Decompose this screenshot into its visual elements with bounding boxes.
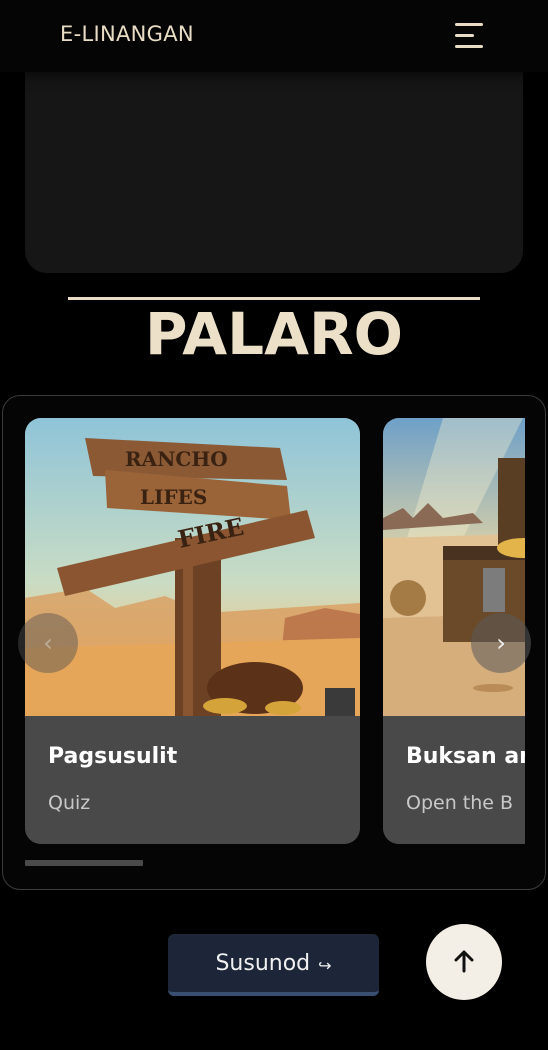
card-body: Pagsusulit Quiz (25, 716, 360, 844)
scroll-to-top-button[interactable] (426, 924, 502, 1000)
hamburger-icon-line (455, 34, 474, 37)
brand-logo-text[interactable]: E-LINANGAN (60, 22, 194, 46)
carousel-scrollbar[interactable] (25, 860, 143, 866)
hamburger-icon-line (455, 45, 483, 48)
card-title: Buksan ang (406, 744, 525, 769)
card-image-signpost: RANCHO LIFES FIRE (25, 418, 360, 716)
hero-panel (25, 60, 523, 273)
carousel-next-button[interactable]: › (471, 613, 531, 673)
carousel-track: RANCHO LIFES FIRE Pagsusulit Quiz Buksan… (25, 418, 525, 846)
redirect-arrow-icon: ↪ (318, 955, 332, 975)
top-navbar: E-LINANGAN (0, 0, 548, 72)
card-title: Pagsusulit (48, 744, 178, 769)
next-button-label: Susunod (215, 950, 311, 976)
card-subtitle: Open the B (406, 792, 514, 814)
svg-text:RANCHO: RANCHO (125, 447, 228, 471)
svg-text:LIFES: LIFES (140, 485, 207, 509)
card-subtitle: Quiz (48, 792, 91, 814)
chevron-left-icon: ‹ (43, 629, 53, 657)
games-carousel: RANCHO LIFES FIRE Pagsusulit Quiz Buksan… (2, 395, 546, 890)
next-button[interactable]: Susunod ↪ (168, 934, 379, 996)
hamburger-icon (455, 23, 483, 26)
hamburger-menu-button[interactable] (452, 20, 486, 52)
chevron-right-icon: › (496, 629, 506, 657)
section-title: PALARO (145, 300, 403, 368)
card-body: Buksan ang Open the B (383, 716, 525, 844)
carousel-prev-button[interactable]: ‹ (18, 613, 78, 673)
arrow-up-icon (454, 950, 474, 973)
